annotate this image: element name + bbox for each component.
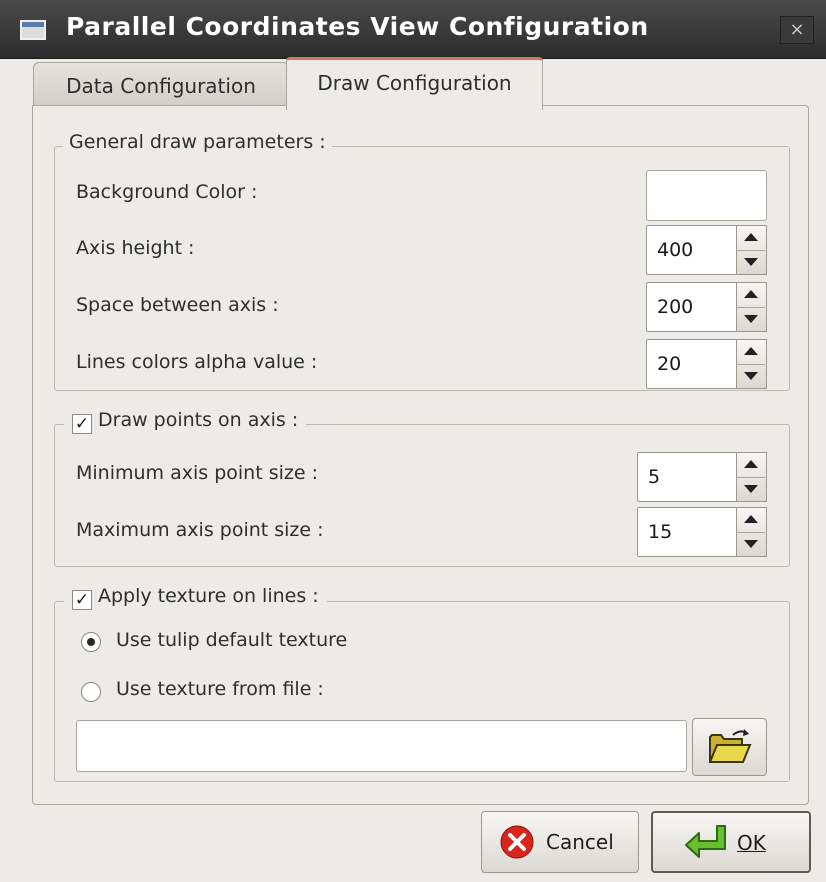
open-folder-icon (708, 729, 752, 763)
min-point-size-label: Minimum axis point size : (76, 462, 318, 484)
cancel-label: Cancel (546, 830, 614, 854)
ok-label: OK (737, 831, 766, 855)
max-point-size-value[interactable]: 15 (637, 507, 737, 557)
alpha-value-value[interactable]: 20 (646, 339, 737, 389)
tab-draw-configuration[interactable]: Draw Configuration (286, 57, 543, 110)
window-title: Parallel Coordinates View Configuration (66, 12, 649, 41)
file-texture-radio[interactable] (81, 682, 101, 702)
default-texture-radio[interactable] (81, 632, 101, 652)
spin-down-icon[interactable] (737, 532, 765, 556)
space-between-axis-spinbox[interactable]: 200 (646, 282, 767, 332)
texture-header: ✓ Apply texture on lines : (64, 585, 327, 610)
cancel-button[interactable]: Cancel (481, 811, 639, 873)
space-between-axis-value[interactable]: 200 (646, 282, 737, 332)
space-between-axis-label: Space between axis : (76, 294, 279, 316)
texture-file-input[interactable] (76, 720, 687, 772)
spin-up-icon[interactable] (737, 340, 765, 365)
spin-down-icon[interactable] (737, 477, 765, 501)
enter-arrow-icon (685, 825, 726, 858)
alpha-value-spinbox[interactable]: 20 (646, 339, 767, 389)
spin-up-icon[interactable] (737, 453, 765, 478)
alpha-value-label: Lines colors alpha value : (76, 351, 318, 373)
axis-height-value[interactable]: 400 (646, 225, 737, 275)
apply-texture-checkbox[interactable]: ✓ (72, 590, 92, 610)
config-dialog: Parallel Coordinates View Configuration … (0, 0, 826, 882)
background-color-button[interactable] (646, 170, 767, 221)
max-point-size-spinbox[interactable]: 15 (637, 507, 767, 557)
axis-height-spinbox[interactable]: 400 (646, 225, 767, 275)
close-button[interactable]: × (780, 16, 814, 44)
spin-up-icon[interactable] (737, 283, 765, 308)
general-params-title: General draw parameters : (63, 131, 332, 153)
background-color-label: Background Color : (76, 181, 258, 203)
spin-up-icon[interactable] (737, 226, 765, 251)
spin-down-icon[interactable] (737, 364, 765, 388)
cancel-icon (500, 825, 534, 859)
spin-up-icon[interactable] (737, 508, 765, 533)
axis-height-label: Axis height : (76, 237, 195, 259)
spin-down-icon[interactable] (737, 250, 765, 274)
alpha-value-stepper[interactable] (737, 339, 767, 389)
min-point-size-value[interactable]: 5 (637, 452, 737, 502)
spin-down-icon[interactable] (737, 307, 765, 331)
file-texture-label[interactable]: Use texture from file : (116, 678, 324, 700)
ok-button[interactable]: OK (651, 811, 811, 873)
tab-data-configuration[interactable]: Data Configuration (33, 62, 289, 106)
draw-points-label[interactable]: Draw points on axis : (98, 409, 298, 431)
axis-height-stepper[interactable] (737, 225, 767, 275)
space-between-axis-stepper[interactable] (737, 282, 767, 332)
window-icon (20, 20, 46, 40)
draw-points-checkbox[interactable]: ✓ (72, 414, 92, 434)
browse-file-button[interactable] (692, 718, 767, 776)
apply-texture-label[interactable]: Apply texture on lines : (98, 585, 319, 607)
min-point-size-spinbox[interactable]: 5 (637, 452, 767, 502)
draw-points-header: ✓ Draw points on axis : (64, 409, 307, 434)
max-point-size-label: Maximum axis point size : (76, 519, 324, 541)
max-point-size-stepper[interactable] (737, 507, 767, 557)
title-bar[interactable]: Parallel Coordinates View Configuration … (0, 0, 826, 59)
default-texture-label[interactable]: Use tulip default texture (116, 629, 347, 651)
min-point-size-stepper[interactable] (737, 452, 767, 502)
